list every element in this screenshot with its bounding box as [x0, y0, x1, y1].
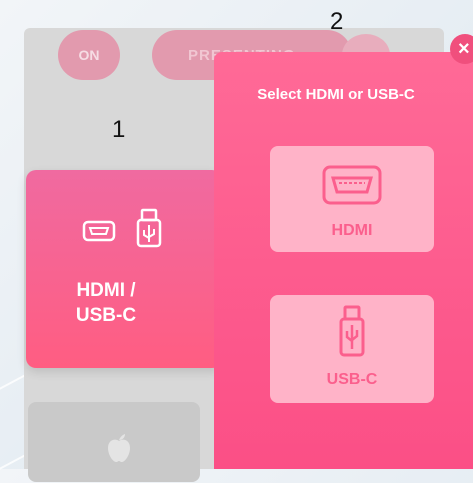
close-button[interactable]: × [450, 34, 473, 64]
usb-drive-icon [339, 305, 365, 357]
step-label-1: 1 [112, 116, 126, 143]
power-toggle[interactable]: ON [58, 30, 120, 80]
apple-icon [108, 434, 130, 462]
hdmi-usb-source-tile[interactable] [26, 170, 222, 368]
usb-drive-icon [136, 208, 162, 248]
popup-title: Select HDMI or USB-C [257, 86, 415, 103]
hdmi-option-label: HDMI [331, 222, 373, 239]
hdmi-option-button[interactable]: HDMI [270, 146, 434, 252]
source-tile-label: HDMI / USB-C [75, 280, 137, 326]
usb-c-option-label: USB-C [326, 371, 378, 388]
hdmi-port-icon [82, 220, 116, 242]
hdmi-port-icon [322, 165, 382, 205]
step-label-2: 2 [330, 8, 344, 35]
source-select-popup [214, 52, 473, 469]
usb-c-option-button[interactable]: USB-C [270, 295, 434, 403]
source-tile-icons [82, 208, 162, 248]
